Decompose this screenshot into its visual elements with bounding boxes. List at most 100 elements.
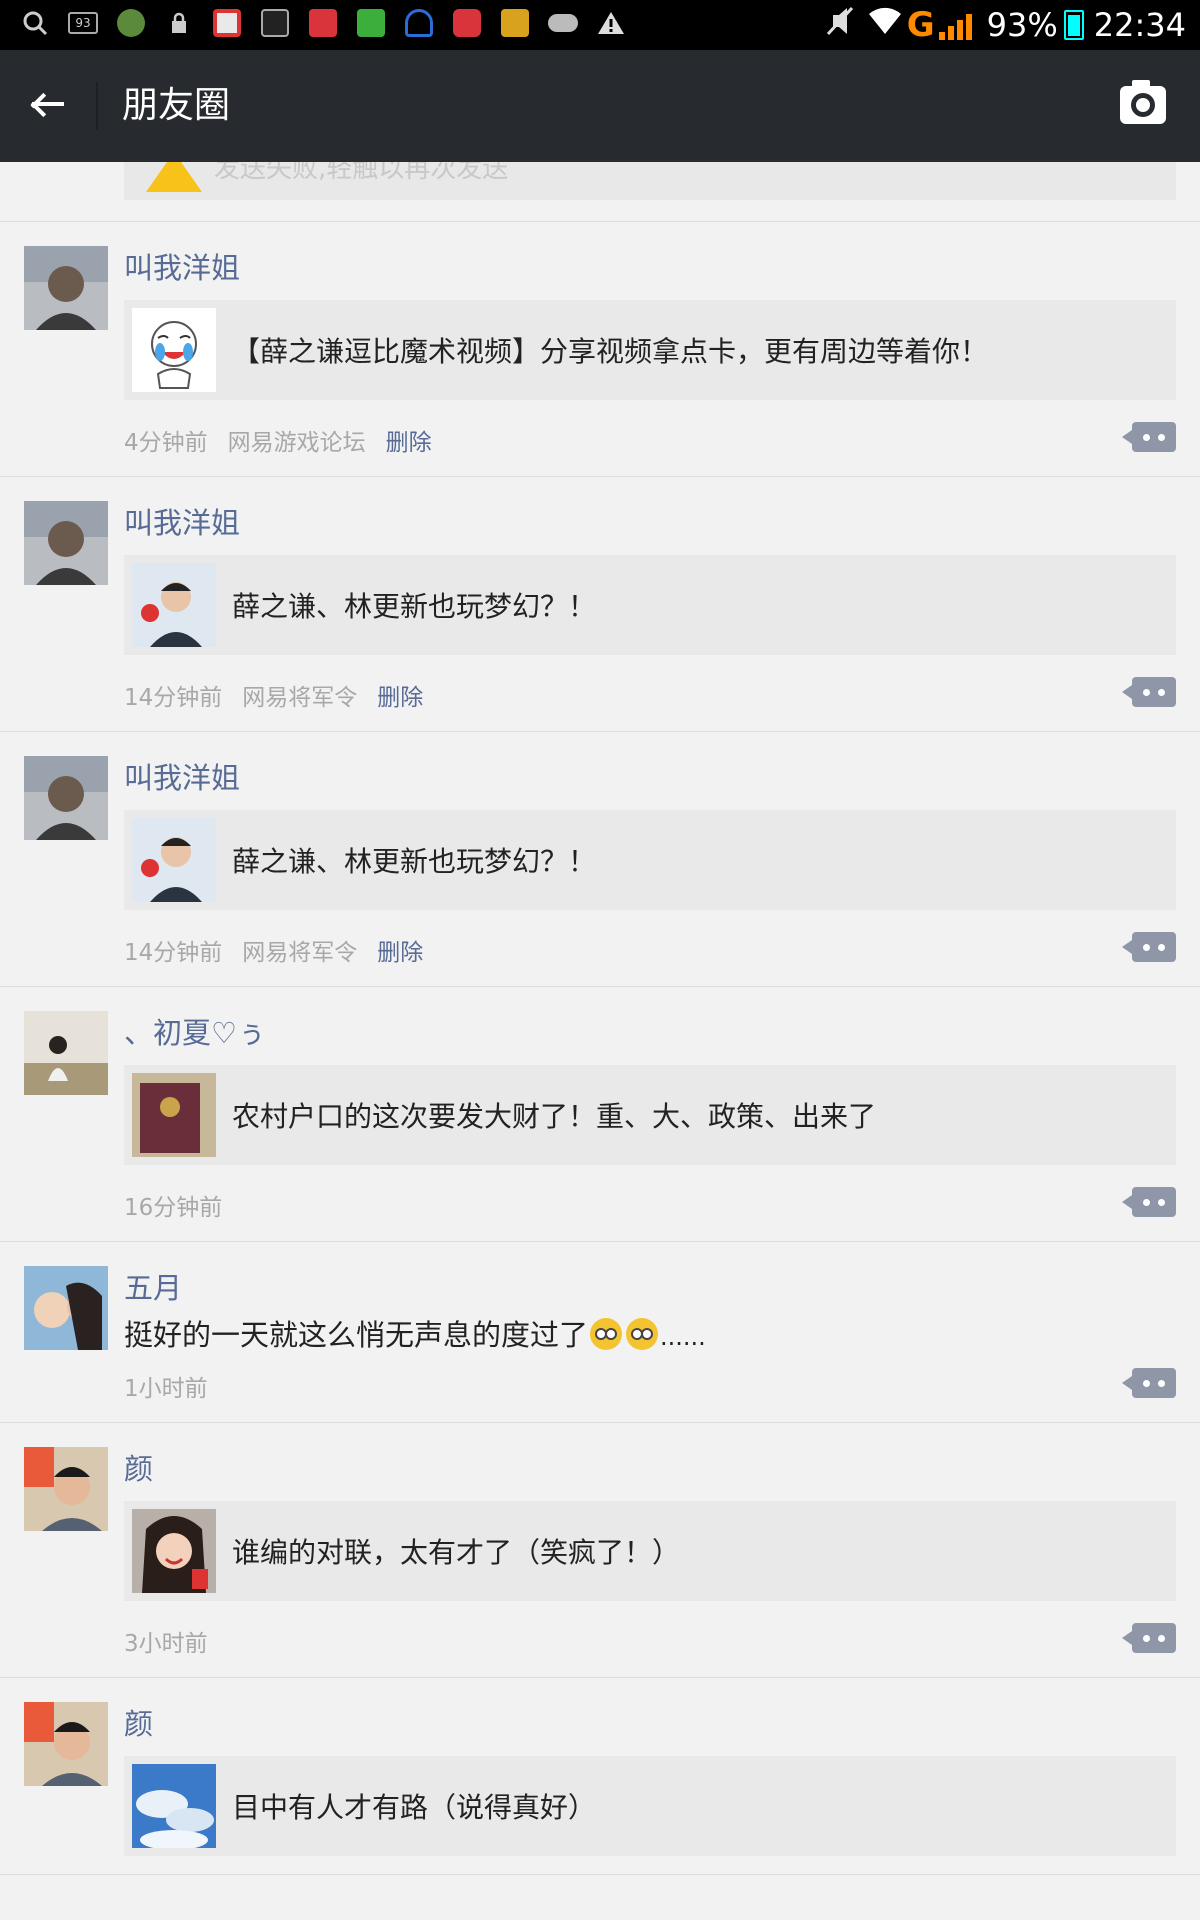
post: 颜 目中有人才有路（说得真好） [0,1678,1200,1875]
search-icon [20,8,50,38]
shared-link-title: 薛之谦、林更新也玩梦幻？！ [232,590,597,623]
notification-badge-count: 93 [68,12,98,34]
post-source[interactable]: 网易将军令 [242,933,357,967]
shared-link-thumbnail [132,1764,216,1848]
back-arrow-icon[interactable] [28,84,68,124]
post-time: 14分钟前 [124,940,223,966]
comment-button-icon[interactable] [1122,1623,1176,1653]
delete-link[interactable]: 删除 [386,423,432,457]
failed-post-partial[interactable]: 发送失败,轻触以再次发送 [0,162,1200,222]
nav-bar: 朋友圈 [0,50,1200,162]
post-meta: 14分钟前 网易将军令 删除 [124,932,1176,968]
shared-link-card[interactable]: 薛之谦、林更新也玩梦幻？！ [124,810,1176,910]
username[interactable]: 五月 [124,1268,1176,1308]
game-app-icon [500,8,530,38]
username[interactable]: 颜 [124,1704,1176,1744]
failed-send-notice[interactable]: 发送失败,轻触以再次发送 [124,162,1176,200]
avatar[interactable] [24,1447,108,1531]
username[interactable]: 颜 [124,1449,1176,1489]
signal-icon [938,10,975,40]
dizzy-face-emoji-icon [590,1318,623,1350]
cloud-icon [548,8,578,38]
shared-link-card[interactable]: 农村户口的这次要发大财了！重、大、政策、出来了 [124,1065,1176,1165]
post: 叫我洋姐 【薛之谦逗比魔术视频】分享视频拿点卡，更有周边等着你！ 4分钟前 网易… [0,222,1200,477]
gallery-icon [260,8,290,38]
avatar[interactable] [24,756,108,840]
avatar[interactable] [24,1702,108,1786]
post-time: 4分钟前 [124,430,208,456]
notification-badge-icon: 93 [68,8,98,38]
battery-icon [1063,10,1084,40]
post-time: 3小时前 [124,1631,208,1657]
avatar[interactable] [24,1266,108,1350]
username[interactable]: 叫我洋姐 [124,758,1176,798]
network-type: G [906,5,935,45]
wifi-icon [867,6,903,44]
comment-button-icon[interactable] [1122,1187,1176,1217]
browser-app-icon [212,8,242,38]
shared-link-card[interactable]: 谁编的对联，太有才了（笑疯了！） [124,1501,1176,1601]
status-bar: 93 G 93% 22:34 [0,0,1200,50]
shared-link-thumbnail [132,563,216,647]
post-meta: 4分钟前 网易游戏论坛 删除 [124,422,1176,458]
avatar[interactable] [24,501,108,585]
page-title: 朋友圈 [122,85,231,126]
comment-button-icon[interactable] [1122,932,1176,962]
nav-divider [96,82,98,130]
delete-link[interactable]: 删除 [377,678,423,712]
post: 颜 谁编的对联，太有才了（笑疯了！） 3小时前 [0,1423,1200,1678]
dizzy-face-emoji-icon [626,1318,659,1350]
post: 叫我洋姐 薛之谦、林更新也玩梦幻？！ 14分钟前 网易将军令 删除 [0,732,1200,987]
battery-percent: 93% [986,6,1058,44]
post: 五月 挺好的一天就这么悄无声息的度过了...... 1小时前 [0,1242,1200,1423]
shared-link-card[interactable]: 薛之谦、林更新也玩梦幻？！ [124,555,1176,655]
post-time: 14分钟前 [124,685,223,711]
lock-icon [164,8,194,38]
store-app-icon [452,8,482,38]
clock: 22:34 [1093,6,1186,44]
delete-link[interactable]: 删除 [377,933,423,967]
shared-link-title: 谁编的对联，太有才了（笑疯了！） [232,1536,681,1569]
shared-link-card[interactable]: 目中有人才有路（说得真好） [124,1756,1176,1856]
comment-button-icon[interactable] [1122,677,1176,707]
warning-icon [146,162,202,192]
comment-button-icon[interactable] [1122,1368,1176,1398]
post-meta: 16分钟前 [124,1187,1176,1223]
username[interactable]: 叫我洋姐 [124,503,1176,543]
post-source[interactable]: 网易将军令 [242,678,357,712]
iqiyi-app-icon [356,8,386,38]
post-text: 挺好的一天就这么悄无声息的度过了...... [124,1312,1176,1360]
post-meta: 3小时前 [124,1623,1176,1659]
post-text-body: 挺好的一天就这么悄无声息的度过了 [124,1318,589,1352]
post-source[interactable]: 网易游戏论坛 [228,423,366,457]
post: 叫我洋姐 薛之谦、林更新也玩梦幻？！ 14分钟前 网易将军令 删除 [0,477,1200,732]
username[interactable]: 、初夏♡ぅ [124,1013,1176,1053]
shared-link-thumbnail [132,1073,216,1157]
post-text-suffix: ...... [660,1323,706,1351]
camera-icon[interactable] [1120,80,1166,124]
shared-link-title: 农村户口的这次要发大财了！重、大、政策、出来了 [232,1100,877,1133]
headset-icon [404,8,434,38]
post-time: 1小时前 [124,1376,208,1402]
post-time: 16分钟前 [124,1195,223,1221]
warning-icon [596,8,626,38]
avatar[interactable] [24,246,108,330]
post-meta: 14分钟前 网易将军令 删除 [124,677,1176,713]
shared-link-card[interactable]: 【薛之谦逗比魔术视频】分享视频拿点卡，更有周边等着你！ [124,300,1176,400]
post: 、初夏♡ぅ 农村户口的这次要发大财了！重、大、政策、出来了 16分钟前 [0,987,1200,1242]
mute-icon [825,5,855,45]
shared-link-title: 薛之谦、林更新也玩梦幻？！ [232,845,597,878]
shared-link-title: 【薛之谦逗比魔术视频】分享视频拿点卡，更有周边等着你！ [232,335,989,368]
shared-link-thumbnail [132,818,216,902]
cc-app-icon [308,8,338,38]
app-notification-icon [116,8,146,38]
shared-link-thumbnail [132,1509,216,1593]
post-meta: 1小时前 [124,1368,1176,1404]
moments-feed[interactable]: 发送失败,轻触以再次发送 叫我洋姐 【薛之谦逗比魔术视频】分享视频拿点卡，更有周… [0,162,1200,1920]
comment-button-icon[interactable] [1122,422,1176,452]
username[interactable]: 叫我洋姐 [124,248,1176,288]
avatar[interactable] [24,1011,108,1095]
shared-link-title: 目中有人才有路（说得真好） [232,1791,597,1824]
failed-send-text: 发送失败,轻触以再次发送 [214,162,509,184]
shared-link-thumbnail [132,308,216,392]
